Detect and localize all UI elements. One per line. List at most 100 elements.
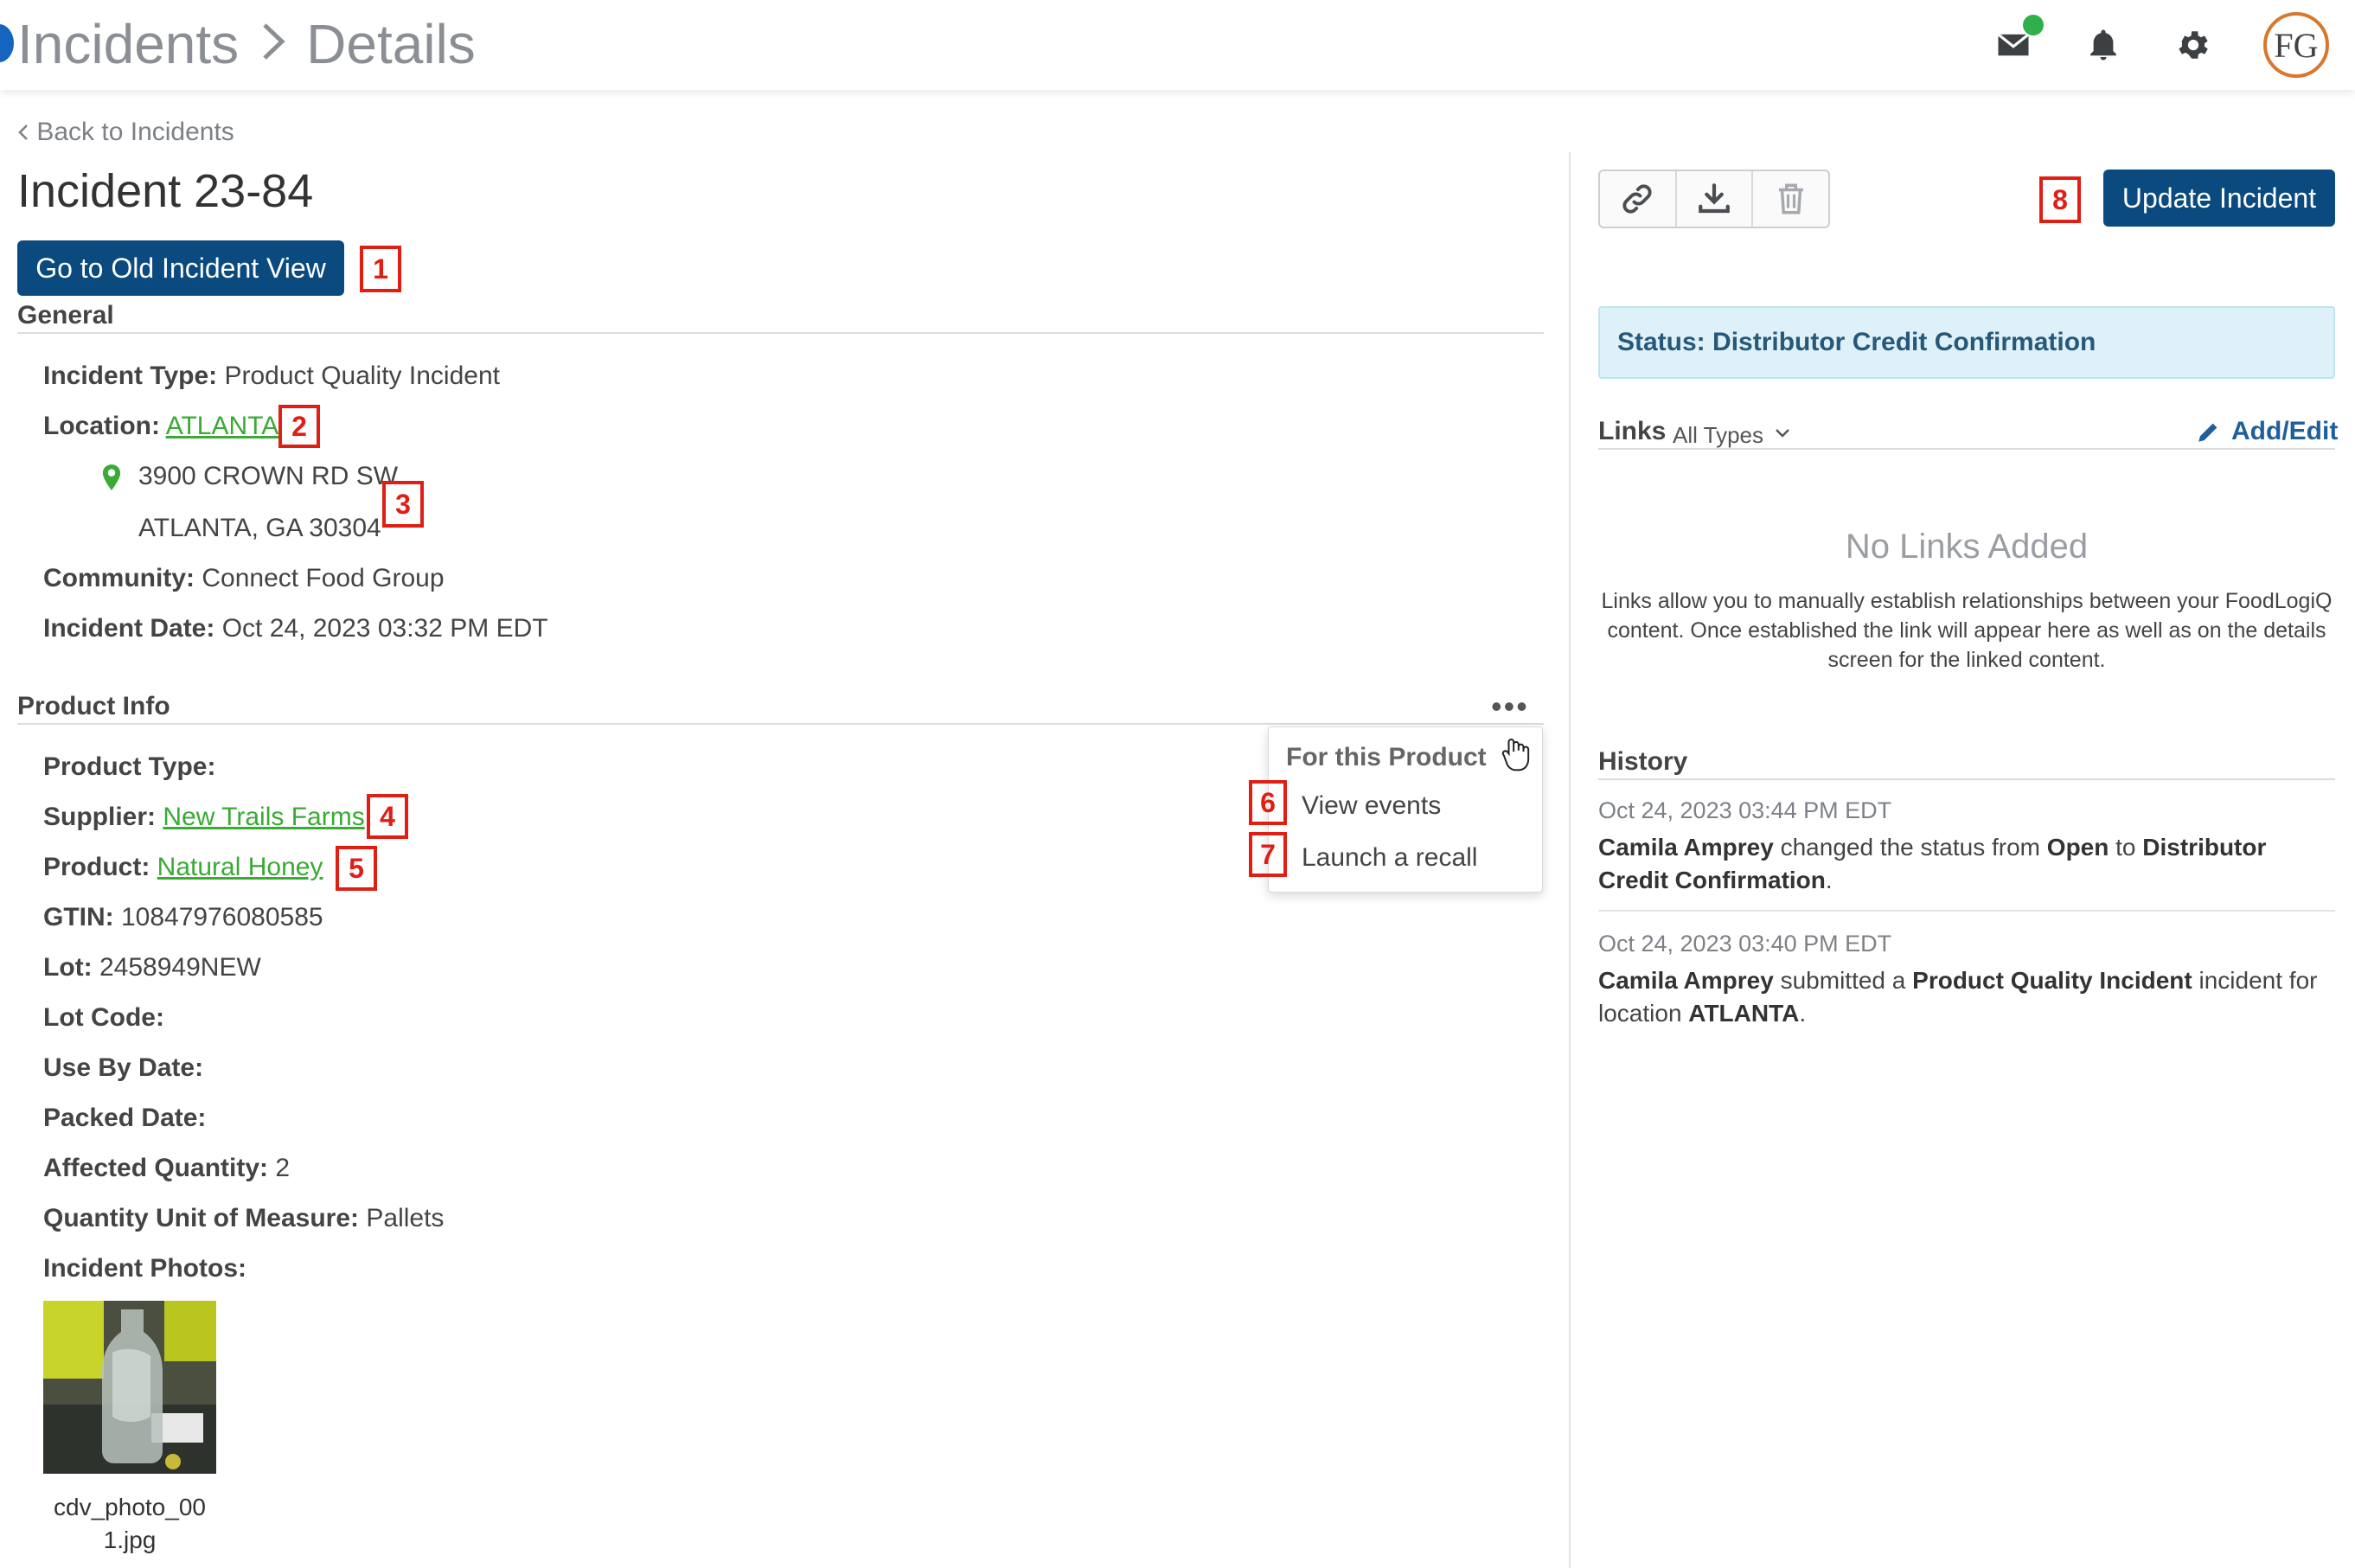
lot-code-label: Lot Code: [43,1003,164,1032]
menu-heading: For this Product [1286,743,1487,771]
community-label: Community: [43,564,195,592]
column-divider [1569,152,1571,1568]
breadcrumb-details: Details [306,13,476,75]
unit-of-measure-field: Quantity Unit of Measure: Pallets [43,1204,444,1233]
community-field: Community: Connect Food Group [43,564,445,593]
lot-label: Lot: [43,953,93,982]
copy-link-button[interactable] [1600,171,1677,227]
unread-indicator [2023,15,2044,35]
history-old-status: Open [2046,834,2109,861]
product-link[interactable]: Natural Honey [157,853,323,881]
incident-type-label: Incident Type: [43,362,218,390]
history-user: Camila Amprey [1598,967,1774,994]
app-logo-dot [0,24,14,62]
menu-item-view-events[interactable]: View events [1302,791,1441,821]
links-title: Links [1598,417,1667,445]
section-product-info-title: Product Info [17,692,170,720]
history-text-part: to [2109,834,2143,861]
incident-type-field: Incident Type: Product Quality Incident [43,362,500,391]
links-type-filter[interactable]: All Types [1673,422,1763,449]
add-edit-label: Add/Edit [2231,417,2339,445]
link-icon [1622,184,1652,214]
affected-quantity-label: Affected Quantity: [43,1154,269,1182]
gtin-label: GTIN: [43,903,114,931]
no-links-title: No Links Added [1845,528,2089,566]
chevron-down-icon[interactable] [1773,424,1792,443]
product-type-label: Product Type: [43,752,216,781]
breadcrumb-incidents[interactable]: Incidents [17,12,239,76]
history-entry-text: Camila Amprey submitted a Product Qualit… [1598,964,2335,1030]
affected-quantity-value: 2 [275,1154,291,1182]
old-incident-view-button[interactable]: Go to Old Incident View [17,240,344,296]
header-actions: FG [1993,12,2329,78]
pencil-icon [2198,423,2217,442]
download-button[interactable] [1677,171,1754,227]
mail-icon[interactable] [1993,15,2044,65]
photo-caption-line-2: 1.jpg [103,1526,157,1553]
history-location: ATLANTA [1688,1000,1800,1027]
status-banner: Status: Distributor Credit Confirmation [1598,306,2335,379]
hand-cursor-icon [1501,739,1530,771]
incident-toolbar [1598,170,1830,228]
lot-field: Lot: 2458949NEW [43,953,261,982]
page-title: Incident 23-84 [17,165,314,217]
incident-photos-field: Incident Photos: [43,1254,246,1283]
history-user: Camila Amprey [1598,834,1774,861]
address-line-1: 3900 CROWN RD SW [138,462,399,490]
history-text-part: changed the status from [1773,834,2047,861]
photo-caption-line-1: cdv_photo_00 [54,1494,206,1520]
incident-date-value: Oct 24, 2023 03:32 PM EDT [221,614,548,643]
add-edit-links-button[interactable]: Add/Edit [2197,417,2338,446]
delete-button[interactable] [1753,171,1828,227]
location-field: Location: ATLANTA [43,412,278,441]
annotation-marker-3: 3 [382,481,424,528]
affected-quantity-field: Affected Quantity: 2 [43,1154,290,1183]
product-field: Product: Natural Honey [43,853,323,882]
divider [1598,910,2335,912]
product-label: Product: [43,853,150,881]
gtin-value: 10847976080585 [121,903,323,931]
back-to-incidents-link[interactable]: Back to Incidents [17,118,234,147]
status-value: Distributor Credit Confirmation [1712,328,2096,356]
annotation-marker-6: 6 [1249,780,1287,825]
history-entry: Oct 24, 2023 03:40 PM EDT Camila Amprey … [1598,931,2335,1030]
incident-photos-label: Incident Photos: [43,1254,246,1283]
address-line-2: ATLANTA, GA 30304 [138,514,381,542]
history-text-part: submitted a [1773,967,1913,994]
use-by-date-label: Use By Date: [43,1053,204,1082]
divider [17,332,1544,334]
section-general-title: General [17,301,114,330]
incident-photo-thumbnail[interactable] [43,1301,216,1474]
no-links-description: Links allow you to manually establish re… [1601,589,2333,672]
lot-value: 2458949NEW [99,953,261,982]
gear-icon[interactable] [2173,25,2213,65]
lot-code-field: Lot Code: [43,1003,164,1033]
history-text-part: . [1825,867,1833,893]
incident-date-label: Incident Date: [43,614,215,643]
more-options-icon[interactable]: ••• [1491,688,1529,725]
menu-item-launch-recall[interactable]: Launch a recall [1302,843,1477,873]
community-value: Connect Food Group [202,564,445,592]
download-icon [1699,183,1730,214]
history-entry-date: Oct 24, 2023 03:40 PM EDT [1598,931,1892,957]
history-incident-type: Product Quality Incident [1912,967,2192,994]
supplier-link[interactable]: New Trails Farms [163,803,364,831]
chevron-left-icon [18,125,28,140]
use-by-date-field: Use By Date: [43,1053,203,1083]
location-label: Location: [43,412,160,440]
location-link[interactable]: ATLANTA [166,412,279,440]
supplier-label: Supplier: [43,803,157,831]
history-title: History [1598,747,1688,776]
divider [1598,778,2335,780]
trash-icon [1778,183,1803,214]
history-text-part: . [1799,1000,1807,1027]
unit-of-measure-label: Quantity Unit of Measure: [43,1204,360,1232]
bell-icon[interactable] [2083,25,2123,65]
packed-date-label: Packed Date: [43,1104,207,1132]
breadcrumb: Incidents Details [17,12,476,76]
update-incident-button[interactable]: Update Incident [2103,170,2335,227]
annotation-marker-4: 4 [367,794,408,839]
annotation-marker-5: 5 [336,846,377,891]
annotation-marker-7: 7 [1249,832,1287,877]
avatar[interactable]: FG [2263,12,2329,78]
